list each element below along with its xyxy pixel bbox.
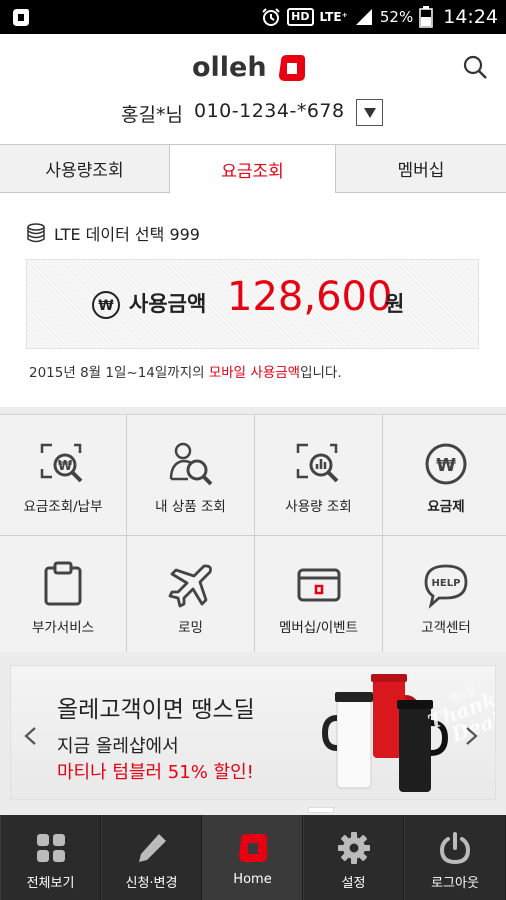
menu-customer-center[interactable]: HELP 고객센터	[383, 536, 506, 654]
period-highlight: 모바일 사용금액	[208, 365, 301, 381]
amount-label: 사용금액	[129, 292, 207, 316]
billing-summary: LTE 데이터 선택 999 ₩ 사용금액 128,600 원 2015년 8월…	[0, 193, 506, 407]
grid-icon	[36, 834, 65, 862]
menu-bill-payment[interactable]: ₩ 요금조회/납부	[0, 415, 126, 535]
banner-pager	[308, 807, 334, 813]
nav-home[interactable]: Home	[202, 815, 303, 900]
banner-line2: 지금 올레샵에서	[57, 736, 179, 757]
clock: 14:24	[443, 6, 498, 28]
tab-bar: 사용량조회 요금조회 멤버십	[0, 144, 506, 193]
tab-billing[interactable]: 요금조회	[170, 144, 336, 193]
lte-indicator: LTE⁺	[319, 10, 348, 24]
tab-usage[interactable]: 사용량조회	[0, 144, 170, 193]
banner-title: 올레고객이면 땡스딜	[57, 697, 255, 723]
olleh-notification-icon	[13, 9, 29, 26]
nav-logout[interactable]: 로그아웃	[404, 815, 506, 900]
gear-icon	[337, 832, 370, 864]
user-account-row: 홍길*님 010-1234-*678	[0, 98, 506, 130]
pencil-icon	[138, 834, 166, 862]
banner-line3: 마티나 텀블러 51% 할인!	[57, 762, 254, 783]
menu-my-products[interactable]: 내 상품 조회	[127, 415, 254, 535]
svg-text:₩: ₩	[58, 459, 73, 474]
quick-menu-grid: ₩ 요금조회/납부 내 상품 조회 사용량 조회 ₩ 요금제 부가서비스 로밍 …	[0, 414, 506, 654]
amount-value: 128,600	[227, 274, 393, 320]
nav-all-menu[interactable]: 전체보기	[0, 815, 101, 900]
period-prefix: 2015년 8월 1일~14일까지의	[29, 365, 209, 381]
nav-label: Home	[233, 872, 272, 887]
menu-label: 멤버십/이벤트	[278, 620, 359, 636]
hd-voice-badge: HD	[287, 8, 314, 26]
menu-membership-events[interactable]: 멤버십/이벤트	[255, 536, 382, 654]
svg-text:₩: ₩	[98, 298, 114, 314]
billing-period-note: 2015년 8월 1일~14일까지의 모바일 사용금액입니다.	[29, 361, 342, 381]
product-search-icon	[169, 442, 212, 486]
power-icon	[439, 832, 471, 865]
nav-label: 설정	[341, 876, 366, 891]
nav-apply-change[interactable]: 신청·변경	[101, 815, 202, 900]
chevron-left-icon[interactable]	[23, 726, 37, 746]
chevron-right-icon[interactable]	[465, 726, 479, 746]
svg-text:HELP: HELP	[432, 578, 461, 589]
plan-name: LTE 데이터 선택 999	[54, 225, 200, 244]
nav-label: 전체보기	[26, 876, 75, 891]
won-circle-icon: ₩	[425, 443, 467, 485]
battery-percent: 52%	[379, 8, 414, 26]
menu-label: 사용량 조회	[285, 499, 352, 515]
menu-roaming[interactable]: 로밍	[127, 536, 254, 654]
amount-unit: 원	[385, 292, 405, 316]
app-header: olleh 홍길*님 010-1234-*678	[0, 34, 506, 144]
plan-row: LTE 데이터 선택 999	[26, 221, 200, 245]
promo-banner-area: 올레고객이면 땡스딜 지금 올레샵에서 마티나 텀블러 51% 할인! 땡스딜 …	[0, 652, 506, 813]
signal-icon	[355, 9, 372, 25]
menu-label: 로밍	[178, 620, 203, 636]
help-bubble-icon: HELP	[424, 564, 468, 609]
database-icon	[27, 223, 45, 243]
won-circle-icon: ₩	[92, 291, 120, 319]
menu-label: 부가서비스	[31, 620, 95, 636]
card-icon	[297, 568, 340, 602]
bottom-navigation: 전체보기 신청·변경 Home 설정 로그아웃	[0, 815, 506, 900]
svg-text:₩: ₩	[436, 455, 456, 476]
account-dropdown-button[interactable]	[356, 99, 383, 126]
menu-label: 요금제	[427, 499, 465, 515]
menu-label: 요금조회/납부	[23, 499, 103, 515]
nav-settings[interactable]: 설정	[303, 815, 404, 900]
menu-rate-plan[interactable]: ₩ 요금제	[383, 415, 506, 535]
olleh-home-icon	[238, 834, 267, 862]
battery-icon	[419, 6, 433, 28]
olleh-logo: olleh	[192, 52, 307, 83]
promo-banner[interactable]: 올레고객이면 땡스딜 지금 올레샵에서 마티나 텀블러 51% 할인! 땡스딜 …	[10, 665, 496, 800]
bill-search-icon: ₩	[40, 443, 83, 483]
olleh-logo-icon	[278, 54, 305, 81]
airplane-icon	[168, 564, 212, 608]
menu-label: 내 상품 조회	[155, 499, 226, 515]
triangle-down-icon	[363, 107, 376, 118]
user-name: 홍길*님	[121, 104, 183, 126]
status-bar: HD LTE⁺ 52% 14:24	[0, 0, 506, 34]
phone-number: 010-1234-*678	[194, 100, 345, 122]
clipboard-icon	[44, 561, 82, 606]
amount-box: ₩ 사용금액 128,600 원	[26, 259, 479, 349]
usage-search-icon	[296, 443, 338, 483]
alarm-icon	[262, 8, 280, 26]
search-icon[interactable]	[462, 54, 488, 80]
period-suffix: 입니다.	[300, 365, 342, 381]
tab-membership[interactable]: 멤버십	[336, 144, 506, 193]
menu-addon-services[interactable]: 부가서비스	[0, 536, 126, 654]
menu-label: 고객센터	[421, 620, 471, 636]
nav-label: 신청·변경	[125, 876, 178, 891]
nav-label: 로그아웃	[431, 876, 479, 891]
logo-text: olleh	[192, 52, 267, 83]
menu-usage[interactable]: 사용량 조회	[255, 415, 382, 535]
